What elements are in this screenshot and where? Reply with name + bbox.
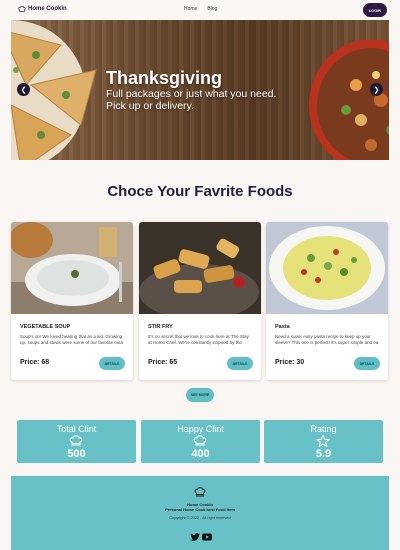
card-title: Pasta — [275, 324, 290, 330]
chef-hat-icon — [18, 5, 26, 12]
stat-label: Total Clint — [56, 424, 97, 434]
card-title: STIR FRY — [148, 324, 173, 330]
details-button[interactable]: DETAILS — [227, 357, 253, 370]
footer-copyright: Copyright © 2022 - All right reserved — [169, 516, 231, 520]
nav-links: Home Blog — [184, 6, 217, 12]
chef-hat-icon — [69, 435, 83, 446]
pasta-image — [266, 222, 388, 314]
stat-total-clients: Total Clint 500 — [17, 420, 136, 463]
chevron-left-icon: ❮ — [20, 86, 27, 94]
card-price: Price: 68 — [20, 359, 50, 366]
hero-title: Thanksgiving — [106, 68, 223, 88]
details-button[interactable]: DETAILS — [354, 357, 380, 370]
card-description: Soup's on! We loved hearing that as a ki… — [20, 334, 124, 346]
chevron-right-icon: ❯ — [373, 86, 380, 94]
carousel-next-button[interactable]: ❯ — [370, 83, 383, 96]
stat-value: 400 — [191, 448, 210, 460]
hero-subtitle: Full packages or just what you need. Pic… — [106, 88, 277, 112]
login-button[interactable]: LOGIN — [363, 3, 387, 17]
stat-value: 5.9 — [315, 448, 332, 460]
card-title: VEGETABLE SOUP — [20, 324, 71, 330]
section-title: Choce Your Favrite Foods — [107, 183, 293, 200]
food-card: STIR FRY It's no secret that we love to … — [139, 222, 261, 380]
see-more-button[interactable]: SEE MORE — [186, 388, 214, 402]
nav-link-blog[interactable]: Blog — [207, 6, 217, 12]
brand[interactable]: Home Cookin — [18, 5, 67, 13]
card-price: Price: 65 — [148, 359, 178, 366]
food-card: VEGETABLE SOUP Soup's on! We loved heari… — [11, 222, 133, 380]
chef-hat-icon — [194, 487, 206, 497]
youtube-icon[interactable] — [202, 533, 212, 541]
hero-carousel: Thanksgiving Full packages or just what … — [11, 20, 389, 160]
stat-rating: Rating 5.9 — [264, 420, 383, 463]
card-description: Need a super easy pasta recipe to keep u… — [275, 334, 379, 346]
star-icon — [316, 435, 330, 447]
footer: Home Cookin Personal Home Cook best Food… — [11, 476, 389, 550]
nav-link-home[interactable]: Home — [184, 6, 197, 12]
stat-happy-clients: Happy Clint 400 — [141, 420, 260, 463]
card-description: It's no secret that we love to cook here… — [148, 334, 249, 346]
stew-bowl-image — [309, 40, 389, 160]
carousel-prev-button[interactable]: ❮ — [17, 83, 30, 96]
card-price: Price: 30 — [275, 359, 305, 366]
vegetable-soup-image — [11, 222, 133, 314]
stat-value: 500 — [67, 448, 86, 460]
brand-name: Home Cookin — [28, 6, 67, 12]
food-card: Pasta Need a super easy pasta recipe to … — [266, 222, 388, 380]
details-button[interactable]: DETAILS — [99, 357, 125, 370]
stat-label: Happy Clint — [177, 424, 224, 434]
stir-fry-image — [139, 222, 261, 314]
footer-tagline: Personal Home Cook best Food Item — [165, 507, 235, 512]
twitter-icon[interactable] — [190, 533, 200, 541]
chef-hat-icon — [193, 435, 207, 446]
stat-label: Rating — [310, 424, 337, 434]
navbar: Home Cookin Home Blog LOGIN — [0, 0, 400, 20]
